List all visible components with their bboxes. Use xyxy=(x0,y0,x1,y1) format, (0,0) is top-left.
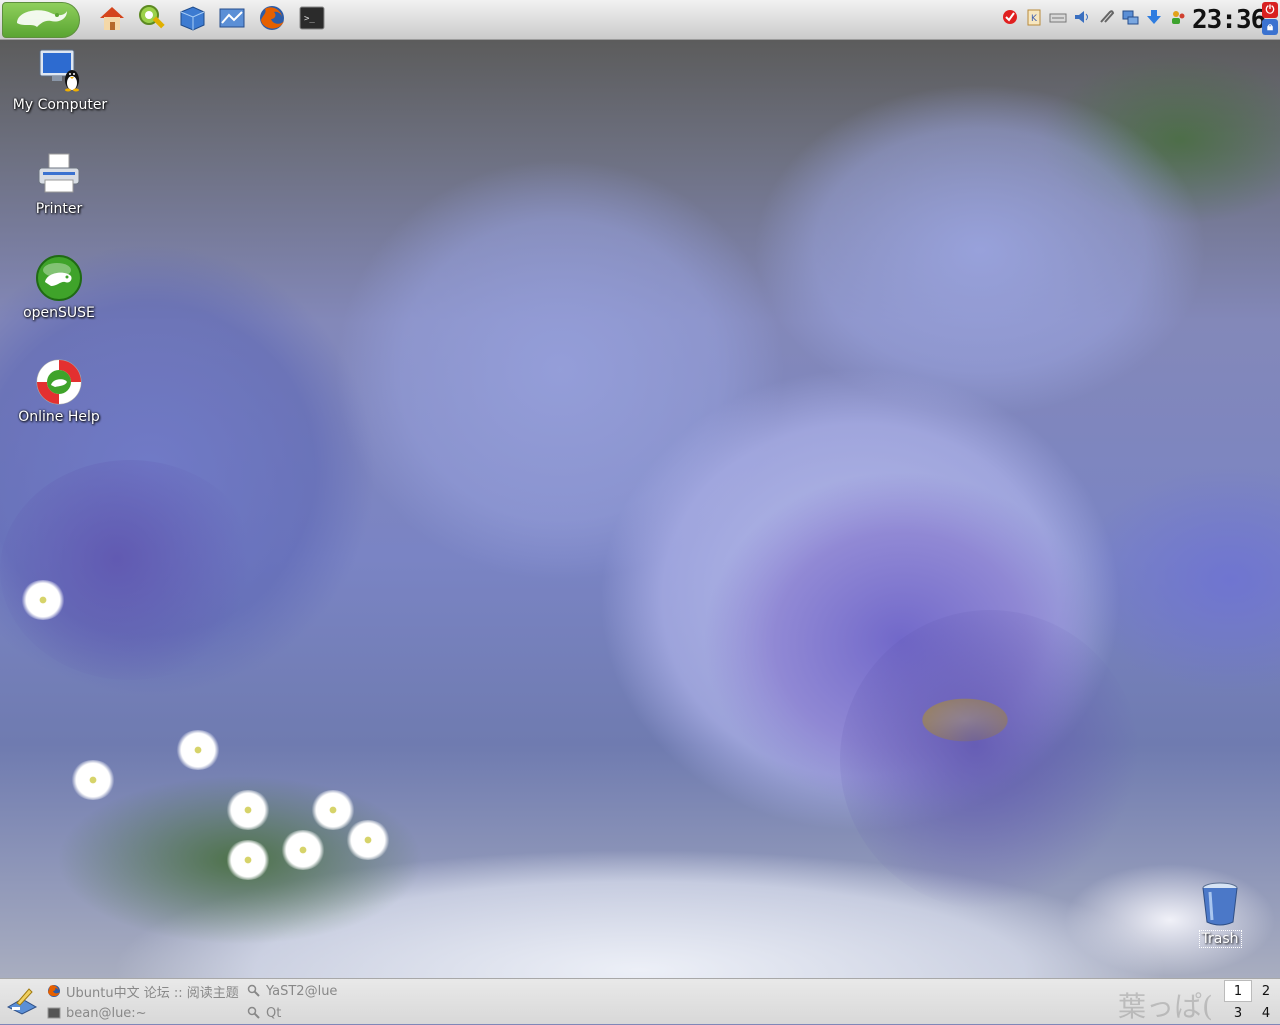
home-folder-icon xyxy=(97,3,127,37)
opensuse-gecko-icon xyxy=(11,5,71,35)
desktop-show-icon xyxy=(5,983,39,1021)
pager-desktop-2[interactable]: 2 xyxy=(1252,980,1280,1002)
session-buttons: ⏻ 🔒︎ xyxy=(1261,1,1279,39)
start-menu-button[interactable] xyxy=(2,2,80,38)
svg-text:>_: >_ xyxy=(304,14,315,24)
keyboard-icon xyxy=(1048,7,1068,31)
printer-icon xyxy=(35,150,83,198)
package-manager-launcher[interactable] xyxy=(175,3,209,37)
network-browser-launcher[interactable] xyxy=(215,3,249,37)
desktop-icon-trash[interactable]: Trash xyxy=(1160,880,1280,948)
lock-icon: 🔒︎ xyxy=(1267,20,1273,33)
taskbar-label: bean@lue:~ xyxy=(66,1005,147,1021)
pager-desktop-3[interactable]: 3 xyxy=(1224,1002,1252,1024)
panel-watermark: 葉っぱ( xyxy=(1118,990,1213,1023)
pager-desktop-4[interactable]: 4 xyxy=(1252,1002,1280,1024)
taskbar-button-qt[interactable]: Qt xyxy=(246,1002,366,1024)
package-manager-icon xyxy=(177,3,207,37)
desktop-wallpaper[interactable] xyxy=(0,40,1280,980)
firefox-icon xyxy=(257,3,287,37)
klipper-icon: K xyxy=(1024,7,1044,31)
taskbar-label: Ubuntu中文 论坛 :: 阅读主题 xyxy=(66,985,239,1001)
updater-icon xyxy=(1000,7,1020,31)
paperclip-tray-button[interactable] xyxy=(1095,8,1117,30)
network-tray-button[interactable] xyxy=(1119,8,1141,30)
desktop-icon-label: Printer xyxy=(35,201,83,217)
desktop-icon-label: openSUSE xyxy=(23,305,95,321)
home-folder-launcher[interactable] xyxy=(95,3,129,37)
bottom-panel: Ubuntu中文 论坛 :: 阅读主题 YaST2@lue bean@lue:~… xyxy=(0,978,1280,1024)
terminal-icon xyxy=(46,1005,62,1021)
messenger-tray-button[interactable] xyxy=(1167,8,1189,30)
firefox-launcher[interactable] xyxy=(255,3,289,37)
terminal-launcher[interactable]: >_ xyxy=(295,3,329,37)
trash-icon xyxy=(1196,880,1244,928)
top-panel: >_ K 23:36 ⏻ 🔒︎ xyxy=(0,0,1280,40)
messenger-icon xyxy=(1168,7,1188,31)
yast-icon xyxy=(246,1005,262,1021)
taskbar-button-firefox[interactable]: Ubuntu中文 论坛 :: 阅读主题 xyxy=(46,980,242,1002)
updater-tray-button[interactable] xyxy=(999,8,1021,30)
desktop-icon-opensuse[interactable]: openSUSE xyxy=(0,254,119,322)
klipper-tray-button[interactable]: K xyxy=(1023,8,1045,30)
lock-screen-button[interactable]: 🔒︎ xyxy=(1262,19,1278,35)
desktop-icon-my-computer[interactable]: My Computer xyxy=(0,46,120,114)
terminal-icon: >_ xyxy=(297,3,327,37)
opensuse-icon xyxy=(35,254,83,302)
panel-clock[interactable]: 23:36 xyxy=(1192,4,1266,36)
desktop-icon-label: Online Help xyxy=(18,409,100,425)
paperclip-icon xyxy=(1096,7,1116,31)
lifebuoy-icon xyxy=(35,358,83,406)
volume-tray-button[interactable] xyxy=(1071,8,1093,30)
desktop-icon-label: My Computer xyxy=(12,97,108,113)
firefox-icon xyxy=(46,983,62,999)
kde-menu-button[interactable] xyxy=(2,982,42,1022)
taskbar-label: Qt xyxy=(266,1005,282,1021)
desktop-icon-online-help[interactable]: Online Help xyxy=(0,358,119,426)
power-icon: ⏻ xyxy=(1265,3,1275,16)
desktop-icon-printer[interactable]: Printer xyxy=(0,150,119,218)
control-center-launcher[interactable] xyxy=(135,3,169,37)
yast-icon xyxy=(246,983,262,999)
network-icon xyxy=(1120,7,1140,31)
download-tray-button[interactable] xyxy=(1143,8,1165,30)
taskbar-label: YaST2@lue xyxy=(266,983,338,999)
volume-icon xyxy=(1072,7,1092,31)
control-center-icon xyxy=(137,3,167,37)
logout-button[interactable]: ⏻ xyxy=(1262,2,1278,18)
taskbar-button-terminal[interactable]: bean@lue:~ xyxy=(46,1002,242,1024)
keyboard-tray-button[interactable] xyxy=(1047,8,1069,30)
pager-desktop-1[interactable]: 1 xyxy=(1224,980,1252,1002)
download-icon xyxy=(1144,7,1164,31)
computer-icon xyxy=(36,46,84,94)
network-browser-icon xyxy=(217,3,247,37)
trash-label: Trash xyxy=(1198,930,1242,948)
desktop-pager: 1 2 3 4 xyxy=(1224,980,1280,1024)
taskbar-button-yast2[interactable]: YaST2@lue xyxy=(246,980,366,1002)
